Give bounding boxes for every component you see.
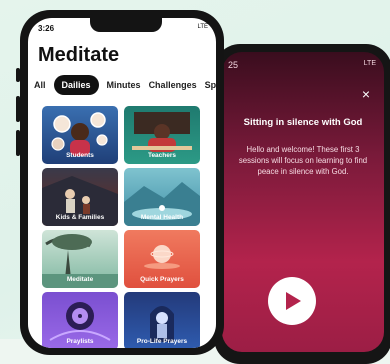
phone-notch xyxy=(90,18,162,32)
card-meditate[interactable]: Meditate xyxy=(42,230,118,288)
status-time: 3:26 xyxy=(38,24,55,33)
card-praylists[interactable]: Praylists xyxy=(42,292,118,348)
card-kids-families[interactable]: Kids & Families xyxy=(42,168,118,226)
status-network: LTE xyxy=(363,60,376,67)
session-player-screen: 25 LTE × Sitting in silence with God Hel… xyxy=(222,52,384,352)
play-button[interactable] xyxy=(268,277,316,325)
volume-up-button xyxy=(16,96,20,122)
meditate-screen: 3:26 LTE Meditate All Dailies Minutes Ch… xyxy=(28,18,216,348)
volume-down-button xyxy=(16,130,20,156)
card-pro-life-prayers[interactable]: Pro-Life Prayers xyxy=(124,292,200,348)
mute-switch xyxy=(16,68,20,82)
play-icon xyxy=(286,292,301,310)
card-label: Praylists xyxy=(66,338,94,345)
card-label: Pro-Life Prayers xyxy=(136,338,188,345)
status-time: 25 xyxy=(228,60,239,70)
card-label: Students xyxy=(66,152,94,159)
close-icon[interactable]: × xyxy=(358,86,374,102)
card-students[interactable]: Students xyxy=(42,106,118,164)
tab-challenges[interactable]: Challenges xyxy=(149,80,197,90)
session-description: Hello and welcome! These first 3 session… xyxy=(238,145,368,176)
card-label: Meditate xyxy=(66,276,94,283)
page-title: Meditate xyxy=(38,44,120,66)
status-network: LTE xyxy=(197,24,208,30)
tab-sp[interactable]: Sp xyxy=(205,80,216,90)
card-label: Kids & Families xyxy=(55,214,105,221)
category-tabs: All Dailies Minutes Challenges Sp xyxy=(34,75,216,95)
tab-all[interactable]: All xyxy=(34,80,46,90)
tab-minutes[interactable]: Minutes xyxy=(107,80,141,90)
card-mental-health[interactable]: Mental Health xyxy=(124,168,200,226)
card-label: Teachers xyxy=(147,152,177,159)
card-teachers[interactable]: Teachers xyxy=(124,106,200,164)
card-label: Mental Health xyxy=(140,214,184,221)
card-quick-prayers[interactable]: Quick Prayers xyxy=(124,230,200,288)
card-label: Quick Prayers xyxy=(140,276,184,283)
session-title: Sitting in silence with God xyxy=(243,117,363,128)
tab-dailies[interactable]: Dailies xyxy=(53,75,99,95)
